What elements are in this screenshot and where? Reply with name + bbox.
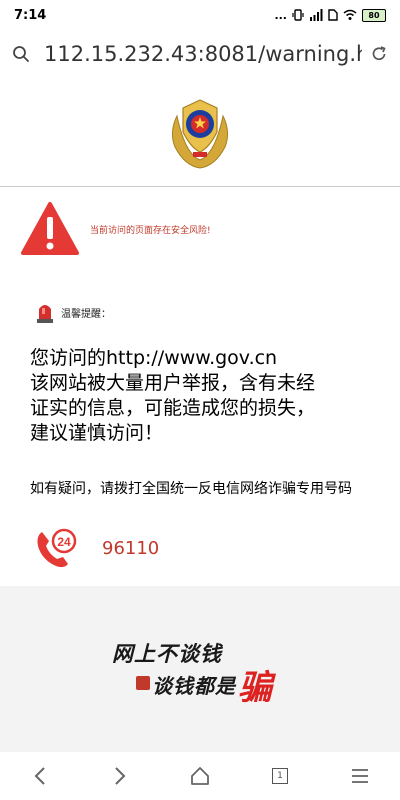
slogan-line-2: 谈钱都是 [152, 674, 236, 698]
tabs-button[interactable]: 1 [260, 756, 300, 796]
bottom-nav: 1 [0, 752, 400, 800]
police-emblem-icon [171, 99, 229, 169]
main-message: 您访问的http://www.gov.cn 该网站被大量用户举报，含有未经 证实… [30, 346, 380, 446]
slogan-emphasis: 骗 [238, 668, 272, 708]
tip-label: 温馨提醒： [61, 308, 111, 320]
search-icon[interactable] [12, 45, 30, 63]
menu-icon [352, 769, 368, 783]
status-icons: ... 80 [274, 8, 386, 22]
emblem-area [0, 78, 400, 187]
tip-row: 温馨提醒： [35, 300, 111, 324]
main-line-1: 您访问的http://www.gov.cn [30, 347, 278, 369]
forward-button[interactable] [100, 756, 140, 796]
back-button[interactable] [20, 756, 60, 796]
signal-icon [310, 9, 323, 21]
chevron-left-icon [34, 767, 45, 785]
url-field[interactable]: 112.15.232.43:8081/warning.htm [44, 42, 362, 66]
status-time: 7:14 [14, 7, 47, 23]
home-icon [191, 767, 209, 785]
wifi-icon [343, 9, 357, 20]
reload-icon[interactable] [370, 45, 388, 63]
phone-row[interactable]: 24 96110 [34, 526, 159, 570]
sim-icon [328, 9, 338, 21]
slogan-banner: 网上不谈钱 谈钱都是 骗 [0, 586, 400, 752]
main-line-4: 建议谨慎访问！ [30, 422, 164, 444]
chevron-right-icon [115, 767, 126, 785]
hint-text: 如有疑问，请拨打全国统一反电信网络诈骗专用号码 [30, 481, 352, 497]
main-line-2: 该网站被大量用户举报，含有未经 [30, 372, 316, 394]
slogan-line-1: 网上不谈钱 [112, 641, 222, 666]
warning-text: 当前访问的页面存在安全风险! [90, 225, 211, 236]
phone-number[interactable]: 96110 [102, 538, 159, 559]
status-dots: ... [274, 8, 287, 22]
main-line-3: 证实的信息，可能造成您的损失， [30, 397, 316, 419]
status-bar: 7:14 ... 80 [0, 0, 400, 30]
seal-stamp-icon [136, 676, 150, 690]
battery-icon: 80 [362, 8, 386, 22]
warning-triangle-icon [21, 202, 79, 255]
alarm-light-icon [37, 305, 53, 323]
menu-button[interactable] [340, 756, 380, 796]
tab-count: 1 [272, 768, 288, 784]
warning-row: 当前访问的页面存在安全风险! [20, 197, 390, 261]
home-button[interactable] [180, 756, 220, 796]
slogan-image: 网上不谈钱 谈钱都是 骗 [92, 622, 297, 720]
vibrate-icon [292, 9, 304, 21]
phone-24h-icon: 24 [37, 528, 77, 568]
address-bar[interactable]: 112.15.232.43:8081/warning.htm [0, 30, 400, 78]
phone-badge: 24 [57, 535, 71, 549]
